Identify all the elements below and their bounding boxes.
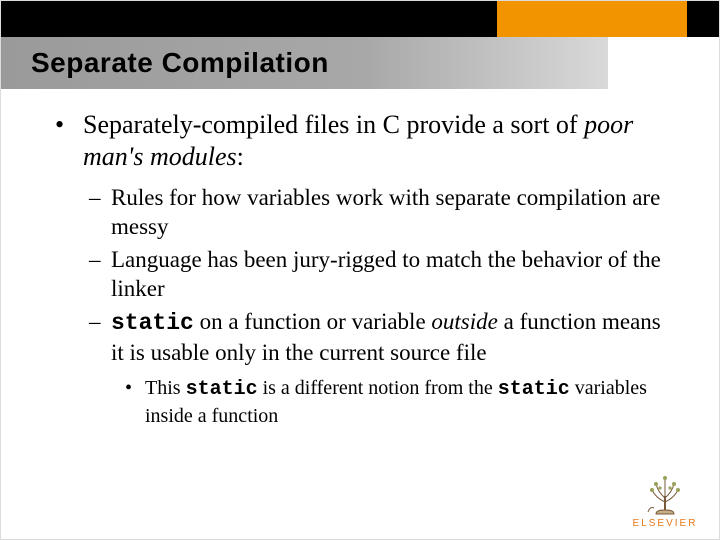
slide-title: Separate Compilation xyxy=(31,47,329,79)
l3-mid: is a different notion from the xyxy=(258,377,498,399)
bullet-dash-icon: – xyxy=(89,307,111,367)
l3-code2: static xyxy=(498,378,570,401)
bullet-dot-icon: • xyxy=(125,375,145,429)
l3-text: This static is a different notion from t… xyxy=(145,375,679,429)
header-orange-accent xyxy=(497,1,687,37)
title-bar: Separate Compilation xyxy=(1,37,611,89)
l1-prefix: Separately-compiled files in C provide a… xyxy=(83,110,584,139)
elsevier-tree-icon xyxy=(642,472,688,516)
bullet-level-1: • Separately-compiled files in C provide… xyxy=(55,109,679,173)
l2c-em: outside xyxy=(431,309,497,334)
publisher-logo: ELSEVIER xyxy=(625,472,705,529)
bullet-dash-icon: – xyxy=(89,245,111,303)
l2a-text: Rules for how variables work with separa… xyxy=(111,183,679,241)
l3-pre: This xyxy=(145,377,186,399)
bullet-level-2: – Language has been jury-rigged to match… xyxy=(89,245,679,303)
bullet-dash-icon: – xyxy=(89,183,111,241)
bullet-l1-text: Separately-compiled files in C provide a… xyxy=(83,109,679,173)
content-area: • Separately-compiled files in C provide… xyxy=(55,109,679,429)
l2c-mid1: on a function or variable xyxy=(194,309,432,334)
l3-code1: static xyxy=(186,378,258,401)
bullet-level-3: • This static is a different notion from… xyxy=(125,375,679,429)
l2c-text: static on a function or variable outside… xyxy=(111,307,679,367)
bullet-dot-icon: • xyxy=(55,109,83,173)
publisher-name: ELSEVIER xyxy=(625,518,705,529)
l1-suffix: : xyxy=(237,142,244,171)
l2b-text: Language has been jury-rigged to match t… xyxy=(111,245,679,303)
bullet-level-2: – static on a function or variable outsi… xyxy=(89,307,679,367)
bullet-level-2: – Rules for how variables work with sepa… xyxy=(89,183,679,241)
slide: Separate Compilation • Separately-compil… xyxy=(0,0,720,540)
l2c-code1: static xyxy=(111,310,194,336)
